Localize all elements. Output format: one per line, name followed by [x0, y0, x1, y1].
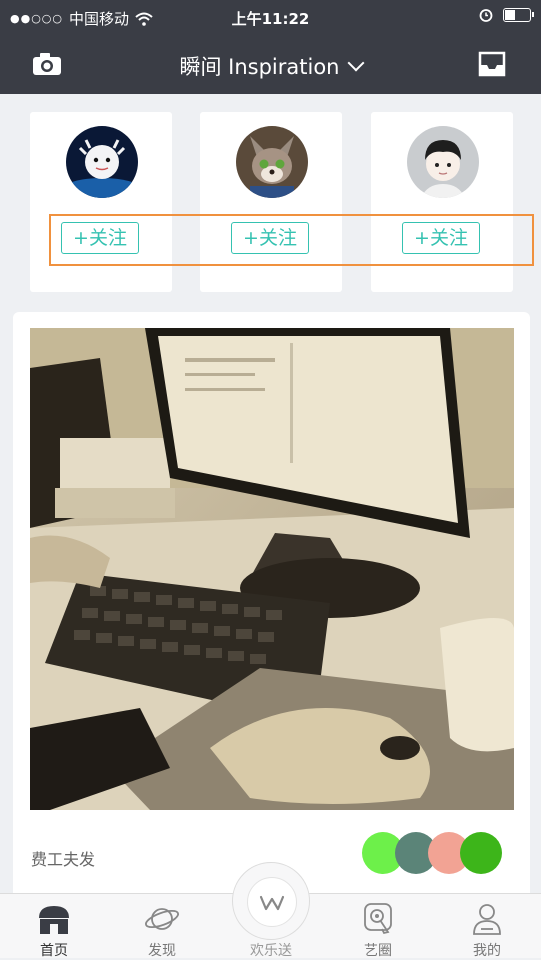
page-title: 瞬间 Inspiration [179, 55, 340, 79]
status-time: 上午11:22 [231, 10, 310, 28]
alarm-icon [479, 9, 493, 22]
highlight-box [49, 214, 534, 266]
tab-label: 我的 [473, 943, 501, 959]
page-title-dropdown[interactable]: 瞬间 Inspiration [0, 51, 541, 81]
avatar[interactable] [407, 126, 479, 198]
avatar[interactable] [66, 126, 138, 198]
color-swatch [460, 832, 502, 874]
color-palette [362, 832, 502, 874]
tab-label: 艺圈 [364, 943, 392, 959]
post-author[interactable]: 费工夫发 [31, 846, 95, 870]
inbox-icon[interactable] [477, 50, 507, 78]
circle-touch-icon [364, 903, 392, 935]
tab-discover[interactable]: 发现 [108, 894, 216, 959]
tab-label: 发现 [148, 943, 176, 959]
user-icon [473, 904, 501, 935]
post-photo[interactable] [30, 328, 514, 810]
tab-happy-send[interactable] [232, 862, 310, 940]
tab-profile[interactable]: 我的 [433, 894, 541, 959]
post-card: 费工夫发 [13, 312, 530, 912]
planet-icon [144, 908, 180, 930]
center-button-inner [247, 877, 297, 927]
nav-bar: 瞬间 Inspiration [0, 34, 541, 94]
tab-art-circle[interactable]: 艺圈 [324, 894, 432, 959]
chevron-down-icon [347, 54, 364, 72]
tab-label: 首页 [40, 943, 68, 959]
home-icon [39, 906, 69, 934]
status-bar: ●●○○○ 中国移动 上午11:22 [0, 0, 541, 34]
avatar[interactable] [236, 126, 308, 198]
tab-label: 欢乐送 [250, 943, 292, 959]
battery-icon [503, 8, 534, 22]
w-logo-icon [259, 895, 285, 911]
tab-home[interactable]: 首页 [0, 894, 108, 959]
